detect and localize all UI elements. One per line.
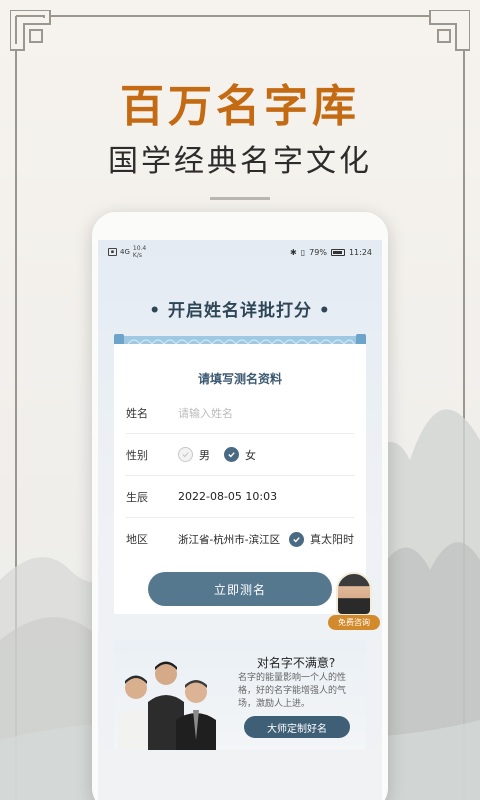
birth-row[interactable]: 生辰 2022-08-05 10:03 <box>126 476 354 518</box>
free-consult-button[interactable]: 免费咨询 <box>328 572 380 630</box>
gender-option-female[interactable]: 女 <box>224 447 256 463</box>
unchecked-icon <box>178 447 193 462</box>
hero-title: 百万名字库 <box>120 81 360 132</box>
consultant-avatar <box>336 572 372 616</box>
name-input[interactable]: 请输入姓名 <box>178 405 354 421</box>
promo-description: 名字的能量影响一个人的性格，好的名字能增强人的气场，激励人上进。 <box>238 673 347 709</box>
form-title: 请填写测名资料 <box>197 372 282 386</box>
section-title: • 开启姓名详批打分 • <box>149 301 331 321</box>
masters-image <box>118 661 216 750</box>
checked-icon <box>224 447 239 462</box>
birth-label: 生辰 <box>126 490 148 504</box>
clock: 11:24 <box>348 247 372 257</box>
gender-female-label: 女 <box>245 448 256 462</box>
solar-time-label: 真太阳时 <box>310 533 354 546</box>
battery-percent: 79% <box>309 247 327 257</box>
consult-label: 免费咨询 <box>328 615 380 630</box>
hero-subtitle: 国学经典名字文化 <box>108 144 372 179</box>
gender-male-label: 男 <box>199 448 210 462</box>
sim-icon: ▪ <box>108 248 117 256</box>
status-bar: ▪ 4G 10.4 K/s ✱ ▯ 79% 11:24 <box>98 240 382 264</box>
region-value[interactable]: 浙江省-杭州市-滨江区 <box>178 532 283 547</box>
gender-row: 性别 男 女 <box>126 434 354 476</box>
promo-title: 对名字不满意? <box>256 656 336 670</box>
hero-divider <box>210 197 270 200</box>
battery-icon <box>330 248 345 256</box>
solar-time-toggle[interactable]: 真太阳时 <box>289 531 354 547</box>
speed-unit: K/s <box>132 252 142 259</box>
bluetooth-icon: ✱ <box>290 247 297 257</box>
speed-value: 10.4 <box>132 245 147 252</box>
promo-card: 对名字不满意? 名字的能量影响一个人的性格，好的名字能增强人的气场，激励人上进。… <box>114 640 366 750</box>
gender-label: 性别 <box>126 448 148 462</box>
name-label: 姓名 <box>126 406 148 420</box>
name-row: 姓名 请输入姓名 <box>126 392 354 434</box>
custom-name-button[interactable]: 大师定制好名 <box>244 716 350 738</box>
phone-screen: ▪ 4G 10.4 K/s ✱ ▯ 79% 11:24 • 开启姓名详批打分 • <box>98 240 382 800</box>
vibrate-icon: ▯ <box>300 247 306 257</box>
gender-option-male[interactable]: 男 <box>178 447 210 463</box>
region-label: 地区 <box>126 533 148 546</box>
network-label: 4G <box>120 248 130 256</box>
birth-value[interactable]: 2022-08-05 10:03 <box>178 490 354 503</box>
phone-mockup: ▪ 4G 10.4 K/s ✱ ▯ 79% 11:24 • 开启姓名详批打分 • <box>92 212 388 800</box>
checked-icon <box>289 531 304 547</box>
app-screen: { "hero": { "title": "百万名字库", "subtitle"… <box>0 0 480 800</box>
submit-button[interactable]: 立即测名 <box>148 572 332 606</box>
region-row: 地区 浙江省-杭州市-滨江区 真太阳时 <box>126 518 354 560</box>
network-speed: 10.4 K/s <box>133 245 146 259</box>
